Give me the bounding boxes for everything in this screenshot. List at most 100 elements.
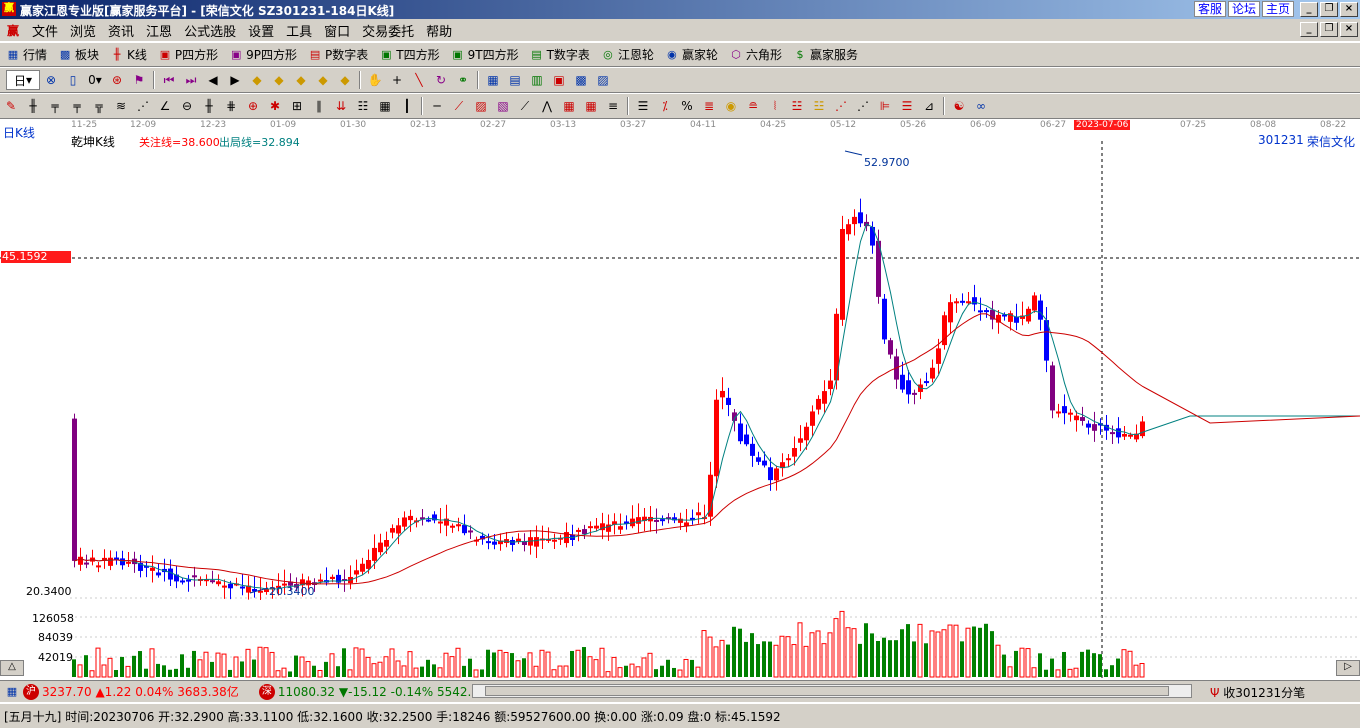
arrow-down-icon[interactable]: ⇊ bbox=[330, 96, 352, 116]
toolbar-winner-service[interactable]: $ 赢家服务 bbox=[787, 46, 863, 63]
pen-icon[interactable]: ✎ bbox=[0, 96, 22, 116]
first-icon[interactable]: ⏮ bbox=[158, 70, 180, 90]
parallel-icon[interactable]: ≡ bbox=[602, 96, 624, 116]
shift-left-icon[interactable]: ◆ bbox=[290, 70, 312, 90]
menu-settings[interactable]: 设置 bbox=[242, 21, 280, 40]
infinity-icon[interactable]: ∞ bbox=[970, 96, 992, 116]
cycle-icon[interactable]: ╫ bbox=[198, 96, 220, 116]
menu-help[interactable]: 帮助 bbox=[420, 21, 458, 40]
angle-set-icon[interactable]: ⋰ bbox=[830, 96, 852, 116]
circle-tool-icon[interactable]: ⊖ bbox=[176, 96, 198, 116]
angle-set2-icon[interactable]: ⋰ bbox=[852, 96, 874, 116]
steps-icon[interactable]: ⊫ bbox=[874, 96, 896, 116]
shift-right-icon[interactable]: ◆ bbox=[312, 70, 334, 90]
report-icon[interactable]: ▥ bbox=[526, 70, 548, 90]
toolbar-9t-square[interactable]: ▣ 9T四方形 bbox=[445, 46, 524, 63]
fib-fan-icon[interactable]: ╦ bbox=[88, 96, 110, 116]
matrix2-icon[interactable]: ▦ bbox=[580, 96, 602, 116]
link-icon[interactable]: ⚭ bbox=[452, 70, 474, 90]
menu-window[interactable]: 窗口 bbox=[318, 21, 356, 40]
ladder-icon[interactable]: ☷ bbox=[352, 96, 374, 116]
zoom-out-icon[interactable]: ◆ bbox=[268, 70, 290, 90]
toolbar-t-square[interactable]: ▣ T四方形 bbox=[373, 46, 444, 63]
ray-icon[interactable]: ⟋ bbox=[514, 96, 536, 116]
toolbar-sector[interactable]: ▩ 板块 bbox=[52, 46, 104, 63]
menu-tools[interactable]: 工具 bbox=[280, 21, 318, 40]
gann-angle-icon[interactable]: ∠ bbox=[154, 96, 176, 116]
menu-gann[interactable]: 江恩 bbox=[140, 21, 178, 40]
next-icon[interactable]: ▶ bbox=[224, 70, 246, 90]
toolbar-gann-wheel[interactable]: ◎ 江恩轮 bbox=[595, 46, 659, 63]
forum-link[interactable]: 论坛 bbox=[1227, 1, 1260, 17]
menu-info[interactable]: 资讯 bbox=[102, 21, 140, 40]
fib-arc-icon[interactable]: ≋ bbox=[110, 96, 132, 116]
channel-icon[interactable]: ∥ bbox=[308, 96, 330, 116]
print-icon[interactable]: ▩ bbox=[570, 70, 592, 90]
gann-fan-icon[interactable]: ⋰ bbox=[132, 96, 154, 116]
line-tool-icon[interactable]: ╲ bbox=[408, 70, 430, 90]
menu-browse[interactable]: 浏览 bbox=[64, 21, 102, 40]
restore-button[interactable]: ❐ bbox=[1320, 2, 1338, 17]
minimize-button[interactable]: _ bbox=[1300, 2, 1318, 17]
menu-file[interactable]: 文件 bbox=[26, 21, 64, 40]
child-close-button[interactable]: × bbox=[1340, 22, 1358, 37]
customer-service-link[interactable]: 客服 bbox=[1193, 1, 1226, 17]
ruler-icon[interactable]: ⊿ bbox=[918, 96, 940, 116]
crosshair-icon[interactable]: + bbox=[386, 70, 408, 90]
gann-box-icon[interactable]: ⊕ bbox=[242, 96, 264, 116]
menu-trade[interactable]: 交易委托 bbox=[356, 21, 420, 40]
document-icon[interactable]: ▯ bbox=[62, 70, 84, 90]
zoom-in-icon[interactable]: ◆ bbox=[246, 70, 268, 90]
last-icon[interactable]: ⏭ bbox=[180, 70, 202, 90]
app-menu-icon[interactable]: 赢 bbox=[4, 22, 22, 38]
vertical-lines-icon[interactable]: ┃ bbox=[396, 96, 418, 116]
kline-chart[interactable] bbox=[0, 133, 1360, 678]
toolbar-winner-wheel[interactable]: ◉ 赢家轮 bbox=[659, 46, 723, 63]
collapse-up-icon[interactable]: △ bbox=[0, 660, 24, 676]
trend-line-icon[interactable]: ⟋ bbox=[448, 96, 470, 116]
text-tool-icon[interactable]: ≣ bbox=[698, 96, 720, 116]
fib-retrace-icon[interactable]: ╤ bbox=[66, 96, 88, 116]
yinyang-icon[interactable]: ☯ bbox=[948, 96, 970, 116]
percent-icon[interactable]: % bbox=[676, 96, 698, 116]
homepage-link[interactable]: 主页 bbox=[1261, 1, 1294, 17]
fib-icon[interactable]: ╤ bbox=[44, 96, 66, 116]
star-icon[interactable]: ✱ bbox=[264, 96, 286, 116]
refresh-icon[interactable]: ↻ bbox=[430, 70, 452, 90]
expand-right-icon[interactable]: ▷ bbox=[1336, 660, 1360, 676]
matrix-icon[interactable]: ▦ bbox=[558, 96, 580, 116]
toolbar-p-number-table[interactable]: ▤ P数字表 bbox=[302, 46, 373, 63]
toolbar-p-square[interactable]: ▣ P四方形 bbox=[152, 46, 223, 63]
flag-icon[interactable]: ⚑ bbox=[128, 70, 150, 90]
toolbar-hexagon[interactable]: ⬡ 六角形 bbox=[723, 46, 787, 63]
prev-icon[interactable]: ◀ bbox=[202, 70, 224, 90]
chart-percent-icon[interactable]: ⁒ bbox=[654, 96, 676, 116]
horizontal-line-icon[interactable]: ─ bbox=[426, 96, 448, 116]
child-restore-button[interactable]: ❐ bbox=[1320, 22, 1338, 37]
coin-icon[interactable]: ◉ bbox=[720, 96, 742, 116]
calculator-icon[interactable]: ▤ bbox=[504, 70, 526, 90]
toolbar-quote[interactable]: ▦ 行情 bbox=[0, 46, 52, 63]
child-minimize-button[interactable]: _ bbox=[1300, 22, 1318, 37]
expand-icon[interactable]: ◆ bbox=[334, 70, 356, 90]
ellipse-icon[interactable]: ▧ bbox=[492, 96, 514, 116]
grid-icon[interactable]: ⊞ bbox=[286, 96, 308, 116]
toolbar-kline[interactable]: ╫ K线 bbox=[104, 46, 152, 63]
close-button[interactable]: × bbox=[1340, 2, 1358, 17]
calendar-icon[interactable]: ▦ bbox=[482, 70, 504, 90]
table-icon[interactable]: ▦ bbox=[374, 96, 396, 116]
zigzag-icon[interactable]: ⋀ bbox=[536, 96, 558, 116]
list-icon[interactable]: ☰ bbox=[632, 96, 654, 116]
coordinate-icon[interactable]: 0▾ bbox=[84, 70, 106, 90]
toolbar-9p-square[interactable]: ▣ 9P四方形 bbox=[223, 46, 302, 63]
toolbar-t-number-table[interactable]: ▤ T数字表 bbox=[524, 46, 595, 63]
stack-icon[interactable]: ☰ bbox=[896, 96, 918, 116]
level-icon[interactable]: ☳ bbox=[786, 96, 808, 116]
export-icon[interactable]: ▨ bbox=[592, 70, 614, 90]
keyboard-icon[interactable]: ▦ bbox=[4, 684, 20, 700]
period-select[interactable]: 日 ▾ bbox=[6, 70, 40, 90]
bracket-icon[interactable]: ⋕ bbox=[220, 96, 242, 116]
save-icon[interactable]: ▣ bbox=[548, 70, 570, 90]
trend-channel-icon[interactable]: ≘ bbox=[742, 96, 764, 116]
hand-icon[interactable]: ✋ bbox=[364, 70, 386, 90]
